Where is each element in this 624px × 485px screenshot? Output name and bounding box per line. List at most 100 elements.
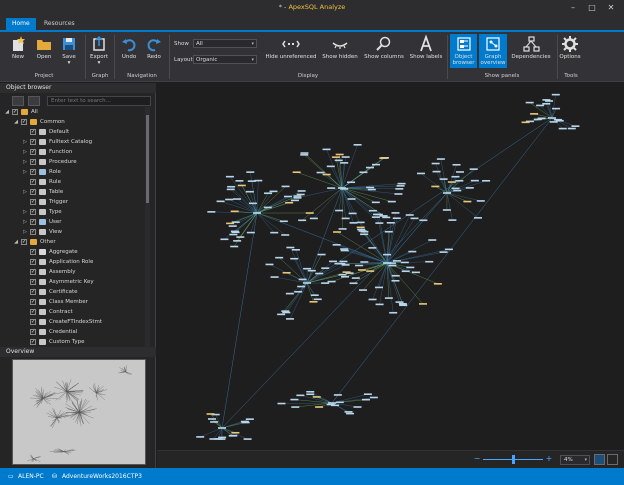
tree-item[interactable]: ◢ ✓ Common [4,117,142,127]
graph-node[interactable] [231,221,240,223]
dependency-graph[interactable] [157,83,624,450]
graph-node[interactable] [298,219,307,222]
tree-item[interactable]: ✓ CreateFTIndexStmt [4,317,142,327]
graph-node[interactable] [536,104,545,107]
graph-node[interactable] [465,187,474,189]
graph-node[interactable] [277,313,286,316]
graph-node[interactable] [347,198,356,200]
tree-item[interactable]: ✓ Rule [4,177,142,187]
graph-node[interactable] [349,282,358,285]
graph-node[interactable] [383,253,392,256]
checkbox[interactable]: ✓ [30,289,36,295]
checkbox[interactable]: ✓ [30,199,36,205]
graph-node[interactable] [433,283,442,285]
graph-node[interactable] [357,269,366,271]
graph-node[interactable] [246,231,255,234]
open-button[interactable]: Open [32,34,56,68]
graph-node[interactable] [418,303,427,305]
graph-node[interactable] [220,238,229,241]
graph-node[interactable] [339,260,348,263]
graph-node[interactable] [326,165,335,168]
graph-node[interactable] [206,413,215,415]
show-labels-button[interactable]: Show labels [408,34,444,68]
maximize-icon[interactable]: □ [585,1,599,14]
graph-canvas[interactable] [157,83,624,468]
graph-node[interactable] [453,189,462,192]
graph-node[interactable] [356,221,365,224]
graph-node[interactable] [391,274,400,277]
graph-node[interactable] [332,244,341,246]
scrollbar-thumb[interactable] [146,115,149,203]
graph-node[interactable] [243,438,252,440]
graph-node[interactable] [279,220,288,223]
graph-node[interactable] [551,93,560,96]
graph-node[interactable] [305,212,314,214]
graph-node[interactable] [233,240,242,242]
graph-node[interactable] [313,298,322,301]
graph-node[interactable] [425,260,434,263]
graph-node[interactable] [307,269,316,272]
save-button[interactable]: Save ▾ [57,34,81,68]
zoom-out-icon[interactable]: − [473,455,481,463]
graph-node[interactable] [371,216,380,218]
tree-item[interactable]: ✓ Certificate [4,287,142,297]
graph-node[interactable] [382,216,391,219]
graph-node[interactable] [444,248,453,251]
checkbox[interactable]: ✓ [30,229,36,235]
graph-node[interactable] [428,239,437,241]
checkbox[interactable]: ✓ [30,139,36,145]
tree-item[interactable]: ▷ ✓ Function [4,147,142,157]
graph-node[interactable] [334,159,343,162]
checkbox[interactable]: ✓ [30,329,36,335]
graph-node[interactable] [228,225,237,227]
graph-node[interactable] [367,188,376,191]
graph-node[interactable] [207,418,216,420]
chevron-down-icon[interactable]: ◢ [4,107,10,117]
graph-node[interactable] [408,250,417,253]
graph-node[interactable] [235,180,244,182]
graph-node[interactable] [240,420,249,423]
graph-node[interactable] [567,127,576,130]
tree-item[interactable]: ▷ ✓ Type [4,207,142,217]
graph-node[interactable] [282,271,291,274]
graph-node[interactable] [232,198,241,200]
graph-node[interactable] [463,200,472,203]
chevron-down-icon[interactable]: ◢ [13,237,19,247]
graph-node[interactable] [248,202,257,205]
checkbox[interactable]: ✓ [30,279,36,285]
graph-node[interactable] [571,125,580,127]
graph-node[interactable] [293,195,302,197]
graph-node[interactable] [214,438,223,440]
undo-button[interactable]: Undo [118,34,140,68]
graph-node[interactable] [303,282,311,284]
graph-node[interactable] [294,290,303,293]
tree-item[interactable]: ✓ Default [4,127,142,137]
graph-node[interactable] [410,217,419,220]
graph-node[interactable] [397,182,406,185]
graph-node[interactable] [391,212,400,214]
layout-select[interactable]: Organic ▾ [193,55,257,64]
graph-node[interactable] [405,214,414,216]
checkbox[interactable]: ✓ [30,149,36,155]
checkbox[interactable]: ✓ [30,169,36,175]
tab-home[interactable]: Home [6,18,36,30]
redo-button[interactable]: Redo [143,34,165,68]
actual-size-icon[interactable] [607,454,618,465]
graph-node[interactable] [356,226,365,229]
graph-node[interactable] [331,156,340,158]
graph-node[interactable] [542,99,551,101]
graph-node[interactable] [310,294,319,296]
graph-node[interactable] [210,421,219,423]
graph-node[interactable] [293,197,302,199]
tree-item[interactable]: ◢ ✓ Other [4,237,142,247]
graph-node[interactable] [341,217,350,220]
checkbox[interactable]: ✓ [30,299,36,305]
graph-node[interactable] [369,396,378,399]
graph-node[interactable] [361,398,370,401]
graph-node[interactable] [398,303,407,305]
graph-node[interactable] [401,270,410,273]
graph-node[interactable] [359,171,368,174]
graph-node[interactable] [316,171,325,174]
graph-node[interactable] [230,210,239,213]
graph-node[interactable] [340,162,349,164]
